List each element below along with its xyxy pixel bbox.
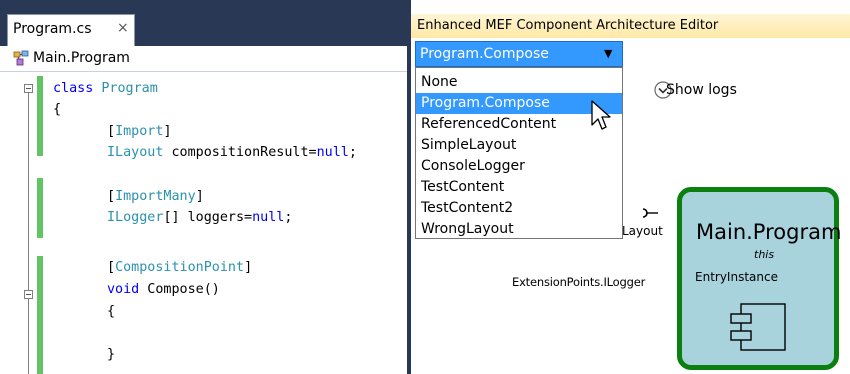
code-line: ILogger[] loggers=null;: [107, 208, 292, 229]
dropdown-option[interactable]: None: [416, 72, 622, 93]
attribute-name: ImportMany: [115, 189, 196, 204]
import-port-label-logger: ExtensionPoints.ILogger: [512, 275, 646, 289]
code-line: [CompositionPoint]: [107, 260, 253, 275]
code-text: [] loggers=: [163, 210, 253, 225]
attribute-name: CompositionPoint: [115, 260, 245, 275]
tab-program-cs[interactable]: Program.cs ×: [7, 14, 135, 46]
mouse-pointer-icon: [591, 100, 611, 130]
code-line: void Compose(): [107, 280, 220, 301]
nav-type-label: Main.Program: [33, 50, 130, 66]
outline-guide: [28, 93, 29, 374]
code-line: [Import]: [107, 124, 172, 139]
composition-selector[interactable]: Program.Compose ▼: [415, 41, 623, 67]
collapse-method-icon[interactable]: [24, 290, 33, 299]
import-port-icon[interactable]: [638, 205, 658, 221]
composition-dropdown-list: None Program.Compose ReferencedContent S…: [415, 67, 623, 239]
code-line: {: [107, 304, 116, 319]
keyword: class: [53, 81, 94, 96]
component-subtitle: this: [754, 248, 775, 261]
collapse-class-icon[interactable]: [24, 84, 33, 93]
composition-selector-value: Program.Compose: [420, 46, 549, 62]
mef-designer-pane: Enhanced MEF Component Architecture Edit…: [411, 0, 850, 374]
type-name: ILogger: [107, 210, 164, 225]
import-port-label-layout: Layout: [622, 224, 663, 238]
tab-label: Program.cs: [13, 21, 92, 37]
code-area[interactable]: class Program { [Import] ILayout composi…: [0, 72, 407, 374]
dropdown-option[interactable]: TestContent: [416, 177, 622, 198]
code-line: {: [53, 102, 62, 117]
dropdown-option[interactable]: ConsoleLogger: [416, 156, 622, 177]
change-marker: [37, 76, 43, 156]
designer-title-bar: Enhanced MEF Component Architecture Edit…: [411, 14, 850, 38]
code-text: ;: [284, 210, 293, 225]
component-title: Main.Program: [696, 220, 842, 244]
component-box-main-program[interactable]: Main.Program this EntryInstance: [677, 187, 842, 370]
keyword: void: [107, 282, 140, 297]
keyword: null: [316, 145, 349, 160]
code-line: }: [107, 347, 116, 362]
attribute-name: Import: [115, 124, 164, 139]
type-navigation-bar[interactable]: Main.Program: [0, 46, 407, 72]
change-marker: [37, 256, 43, 374]
dropdown-arrow-icon[interactable]: ▼: [604, 47, 612, 60]
code-text: ;: [348, 145, 357, 160]
code-text: compositionResult=: [163, 145, 317, 160]
dropdown-option[interactable]: TestContent2: [416, 198, 622, 219]
code-line: class Program: [53, 79, 158, 100]
keyword: null: [252, 210, 285, 225]
code-line: [ImportMany]: [107, 189, 204, 204]
close-tab-icon[interactable]: ×: [117, 20, 129, 36]
component-entry-label: EntryInstance: [695, 270, 778, 284]
change-marker: [37, 178, 43, 238]
type-name: ILayout: [107, 145, 164, 160]
show-logs-label[interactable]: Show logs: [666, 82, 737, 98]
class-name: Program: [93, 81, 158, 96]
designer-title: Enhanced MEF Component Architecture Edit…: [417, 18, 719, 33]
dropdown-option[interactable]: SimpleLayout: [416, 135, 622, 156]
component-icon: [730, 303, 786, 351]
document-tab-strip: Program.cs ×: [0, 0, 410, 46]
dropdown-option[interactable]: WrongLayout: [416, 219, 622, 240]
code-line: ILayout compositionResult=null;: [107, 143, 357, 164]
code-text: Compose(): [139, 282, 220, 297]
class-icon: [13, 50, 29, 66]
